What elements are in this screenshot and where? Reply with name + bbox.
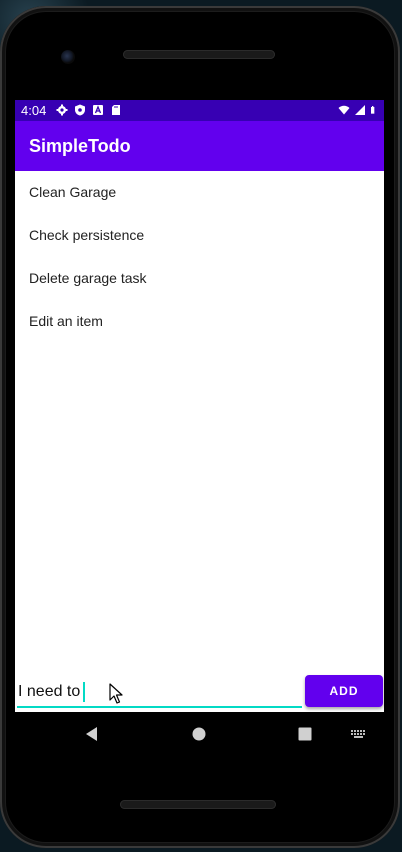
battery-icon [371, 106, 375, 114]
todo-item[interactable]: Clean Garage [15, 171, 384, 214]
new-item-input[interactable] [17, 678, 302, 708]
sd-card-icon [112, 105, 120, 115]
shield-icon [75, 104, 85, 116]
todo-item[interactable]: Edit an item [15, 300, 384, 343]
text-caret [83, 682, 85, 702]
signal-icon [355, 105, 365, 115]
status-time: 4:04 [21, 103, 47, 118]
status-system-icons [338, 104, 378, 116]
camera-icon [61, 50, 75, 64]
todo-list: Clean Garage Check persistence Delete ga… [15, 171, 384, 343]
wifi-icon [338, 105, 350, 115]
status-notification-icons [56, 104, 122, 116]
settings-icon [56, 104, 68, 116]
recents-icon[interactable] [298, 727, 312, 741]
back-icon[interactable] [85, 726, 99, 742]
earpiece-speaker [123, 50, 275, 59]
todo-item[interactable]: Delete garage task [15, 257, 384, 300]
bottom-speaker [120, 800, 276, 809]
add-item-row: ADD [15, 674, 384, 712]
app-bar: SimpleTodo [15, 121, 384, 171]
add-button[interactable]: ADD [305, 675, 383, 707]
home-icon[interactable] [192, 727, 206, 741]
app-title: SimpleTodo [29, 136, 131, 156]
a-icon [93, 105, 103, 115]
keyboard-icon[interactable] [351, 730, 367, 739]
todo-item[interactable]: Check persistence [15, 214, 384, 257]
app-screen: 4:04 SimpleTodo Clean Garage Check persi… [15, 100, 384, 712]
status-bar: 4:04 [15, 100, 384, 121]
mouse-pointer-icon [109, 683, 123, 704]
navigation-bar [15, 712, 384, 756]
